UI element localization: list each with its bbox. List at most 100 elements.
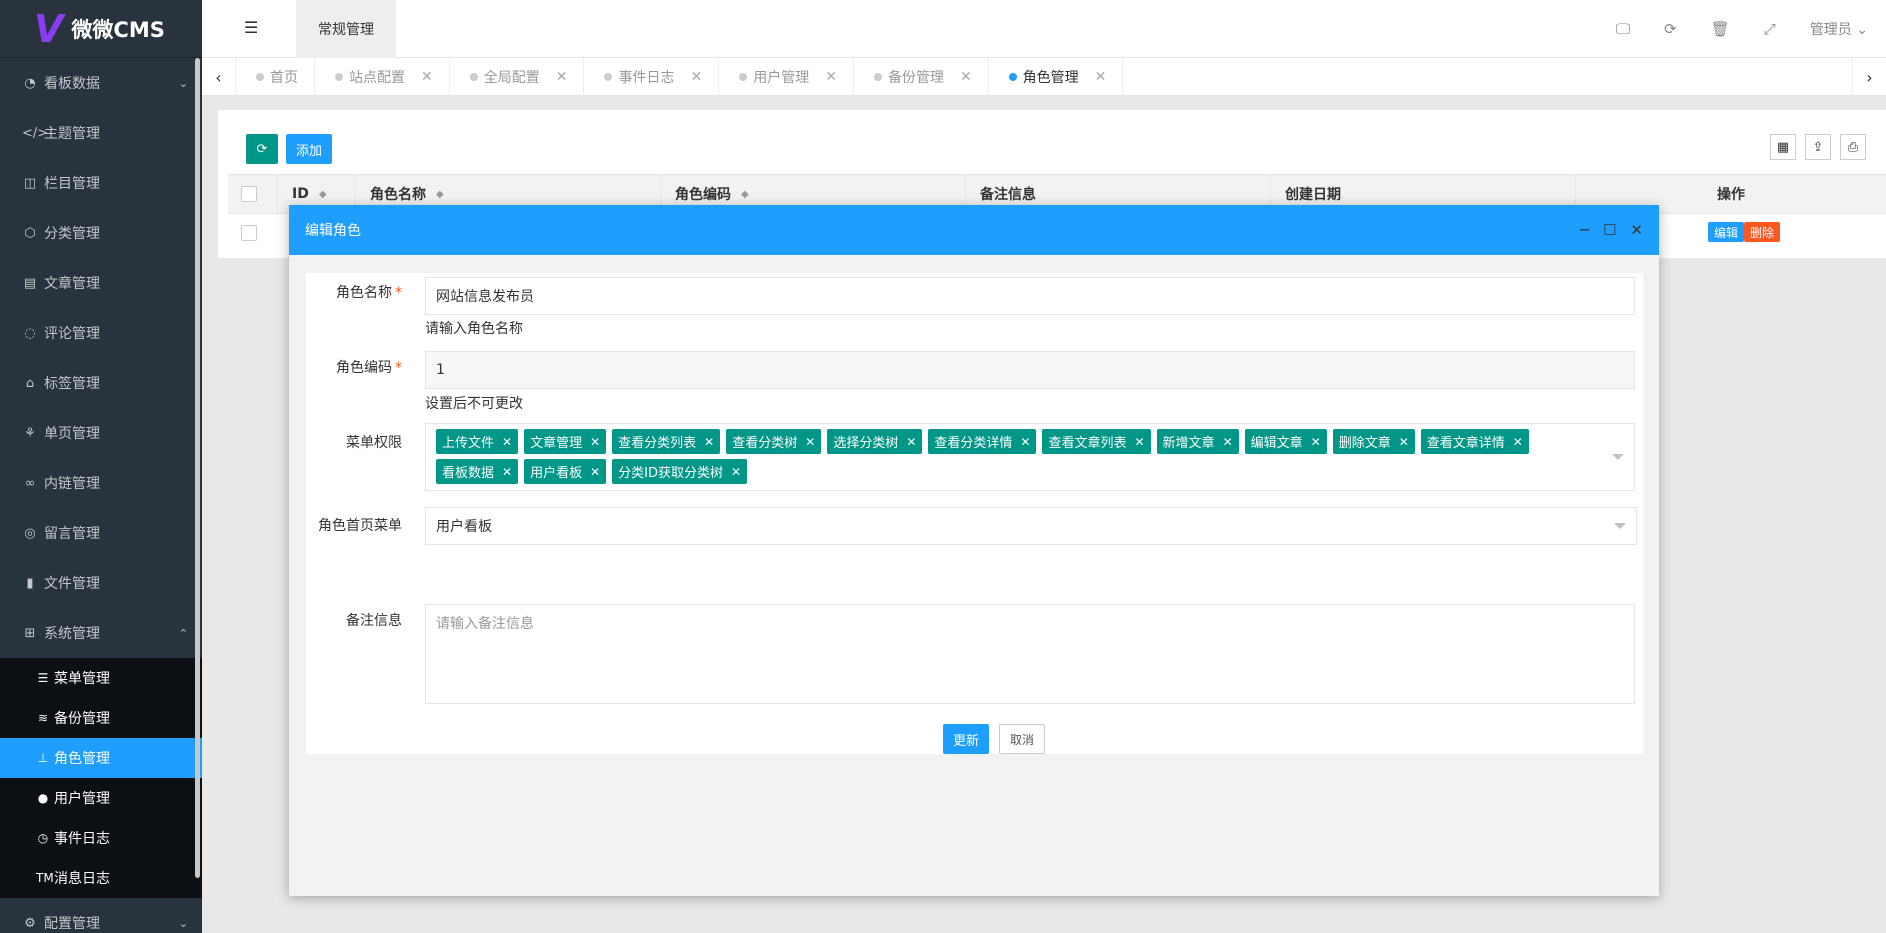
tag-remove-icon[interactable]: ✕ bbox=[502, 435, 512, 449]
tag-remove-icon[interactable]: ✕ bbox=[1134, 435, 1144, 449]
gears-icon: ⚙ bbox=[24, 915, 36, 931]
page-tab-5[interactable]: 备份管理 ✕ bbox=[854, 58, 989, 96]
sort-icon: ◆ bbox=[436, 188, 444, 200]
submenu-item-3[interactable]: ● 用户管理 bbox=[0, 778, 202, 818]
permission-tag-label: 选择分类树 bbox=[833, 436, 899, 451]
tag-remove-icon[interactable]: ✕ bbox=[805, 435, 815, 449]
page-tab-6[interactable]: 角色管理 ✕ bbox=[989, 58, 1124, 96]
sidebar-item-6[interactable]: ⌂ 标签管理 bbox=[0, 358, 202, 408]
refresh-button[interactable]: ⟳ bbox=[246, 134, 278, 164]
role-name-input[interactable]: 网站信息发布员 bbox=[425, 277, 1635, 315]
submenu-item-2[interactable]: ⊥ 角色管理 bbox=[0, 738, 202, 778]
trash-icon[interactable]: 🗑 bbox=[1711, 20, 1730, 38]
role-name-label: 角色名称 * bbox=[336, 285, 402, 301]
sidebar-item-label: 单页管理 bbox=[44, 426, 100, 442]
windows-icon: ⊞ bbox=[24, 625, 36, 641]
print-icon[interactable]: ⎙ bbox=[1840, 134, 1866, 160]
sidebar-item-2[interactable]: ◫ 栏目管理 bbox=[0, 158, 202, 208]
minimize-icon[interactable]: ─ bbox=[1580, 221, 1589, 239]
sidebar-item-7[interactable]: ⚘ 单页管理 bbox=[0, 408, 202, 458]
tag-remove-icon[interactable]: ✕ bbox=[1513, 435, 1523, 449]
permission-tag: 查看文章详情 ✕ bbox=[1420, 429, 1529, 454]
delete-button[interactable]: 删除 bbox=[1743, 222, 1780, 242]
tab-label: 站点配置 bbox=[349, 70, 405, 86]
row-checkbox[interactable] bbox=[241, 225, 257, 241]
columns-filter-icon[interactable]: ▦ bbox=[1770, 134, 1796, 160]
menu-permission-select[interactable]: 上传文件 ✕ 文章管理 ✕ 查看分类列表 ✕ 查看分类树 ✕ 选择分类树 ✕ 查看分类详情 ✕ 查看文章… bbox=[425, 423, 1635, 491]
sidebar-item-label: 看板数据 bbox=[44, 76, 100, 92]
submenu-item-4[interactable]: ◷ 事件日志 bbox=[0, 818, 202, 858]
edit-button[interactable]: 编辑 bbox=[1707, 222, 1744, 242]
page-tab-3[interactable]: 事件日志 ✕ bbox=[584, 58, 720, 96]
cancel-button[interactable]: 取消 bbox=[999, 724, 1045, 754]
sidebar-item-3[interactable]: ⬡ 分类管理 bbox=[0, 208, 202, 258]
sidebar-item-9[interactable]: ◎ 留言管理 bbox=[0, 508, 202, 558]
message-icon: ◎ bbox=[24, 525, 36, 541]
add-button[interactable]: 添加 bbox=[286, 134, 332, 164]
fullscreen-icon[interactable]: ⤢ bbox=[1764, 20, 1776, 38]
close-icon[interactable]: ✕ bbox=[1630, 221, 1643, 239]
logo[interactable]: V 微微CMS bbox=[0, 0, 202, 58]
sort-icon: ◆ bbox=[318, 188, 327, 200]
permission-tag: 删除文章 ✕ bbox=[1332, 429, 1415, 454]
page-tab-2[interactable]: 全局配置 ✕ bbox=[450, 58, 585, 96]
sidebar-item-config[interactable]: ⚙ 配置管理 ⌄ bbox=[0, 898, 202, 933]
submenu-item-label: 事件日志 bbox=[54, 831, 110, 847]
submenu-item-label: 用户管理 bbox=[54, 791, 110, 807]
tab-close-icon[interactable]: ✕ bbox=[556, 69, 568, 85]
select-all-checkbox[interactable] bbox=[241, 186, 257, 202]
page-tab-0[interactable]: 首页 bbox=[236, 58, 315, 96]
tag-remove-icon[interactable]: ✕ bbox=[1020, 435, 1030, 449]
sidebar-item-11[interactable]: ⊞ 系统管理 ⌃ bbox=[0, 608, 202, 658]
permission-tag-label: 查看文章详情 bbox=[1426, 436, 1505, 451]
tab-dot-icon bbox=[335, 73, 343, 81]
sidebar-item-10[interactable]: ▮ 文件管理 bbox=[0, 558, 202, 608]
permission-tag: 新增文章 ✕ bbox=[1156, 429, 1239, 454]
page-tab-4[interactable]: 用户管理 ✕ bbox=[719, 58, 854, 96]
sidebar-item-0[interactable]: ◔ 看板数据 ⌄ bbox=[0, 58, 202, 108]
logo-mark: V bbox=[34, 6, 64, 51]
user-menu[interactable]: 管理员 ⌄ bbox=[1810, 19, 1868, 39]
tag-remove-icon[interactable]: ✕ bbox=[502, 465, 512, 479]
sidebar-item-1[interactable]: </> 主题管理 bbox=[0, 108, 202, 158]
menu-toggle-icon[interactable]: ☰ bbox=[244, 18, 258, 37]
tag-remove-icon[interactable]: ✕ bbox=[1223, 435, 1233, 449]
permission-tag-label: 查看分类详情 bbox=[934, 436, 1013, 451]
tabs-scroll-right-icon[interactable]: › bbox=[1852, 58, 1886, 96]
maximize-icon[interactable]: ☐ bbox=[1603, 221, 1616, 239]
tab-close-icon[interactable]: ✕ bbox=[690, 69, 702, 85]
tab-close-icon[interactable]: ✕ bbox=[421, 69, 433, 85]
home-menu-select[interactable]: 用户看板 bbox=[425, 507, 1637, 545]
tab-dot-icon bbox=[469, 73, 478, 81]
tabs-scroll-left-icon[interactable]: ‹ bbox=[202, 58, 236, 96]
top-tab-general[interactable]: 常规管理 bbox=[296, 0, 396, 58]
sidebar-scrollbar[interactable] bbox=[195, 58, 200, 878]
comment-icon: ◌ bbox=[24, 325, 36, 341]
sidebar-item-5[interactable]: ◌ 评论管理 bbox=[0, 308, 202, 358]
tag-remove-icon[interactable]: ✕ bbox=[1399, 435, 1409, 449]
update-button[interactable]: 更新 bbox=[943, 724, 989, 754]
permission-tag-label: 查看分类树 bbox=[732, 436, 798, 451]
sidebar-item-4[interactable]: ▤ 文章管理 bbox=[0, 258, 202, 308]
remark-textarea[interactable]: 请输入备注信息 bbox=[425, 604, 1635, 704]
page-tab-1[interactable]: 站点配置 ✕ bbox=[315, 58, 450, 96]
refresh-icon[interactable]: ⟳ bbox=[1664, 20, 1677, 38]
tab-close-icon[interactable]: ✕ bbox=[825, 69, 837, 85]
tag-remove-icon[interactable]: ✕ bbox=[906, 435, 916, 449]
modal-header: 编辑角色 ─ ☐ ✕ bbox=[289, 205, 1659, 255]
role-code-input[interactable]: 1 bbox=[425, 351, 1635, 389]
submenu-item-5[interactable]: TM 消息日志 bbox=[0, 858, 202, 898]
tab-close-icon[interactable]: ✕ bbox=[960, 69, 972, 85]
tag-remove-icon[interactable]: ✕ bbox=[590, 435, 600, 449]
tag-remove-icon[interactable]: ✕ bbox=[590, 465, 600, 479]
permission-tag: 看板数据 ✕ bbox=[436, 459, 519, 484]
submenu-item-1[interactable]: ≋ 备份管理 bbox=[0, 698, 202, 738]
tab-close-icon[interactable]: ✕ bbox=[1095, 69, 1107, 85]
export-icon[interactable]: ⇪ bbox=[1805, 134, 1831, 160]
tag-remove-icon[interactable]: ✕ bbox=[704, 435, 714, 449]
desktop-icon[interactable]: 🖵 bbox=[1616, 20, 1630, 38]
tag-remove-icon[interactable]: ✕ bbox=[731, 465, 741, 479]
sidebar-item-8[interactable]: ∞ 内链管理 bbox=[0, 458, 202, 508]
submenu-item-0[interactable]: ☰ 菜单管理 bbox=[0, 658, 202, 698]
tag-remove-icon[interactable]: ✕ bbox=[1311, 435, 1321, 449]
